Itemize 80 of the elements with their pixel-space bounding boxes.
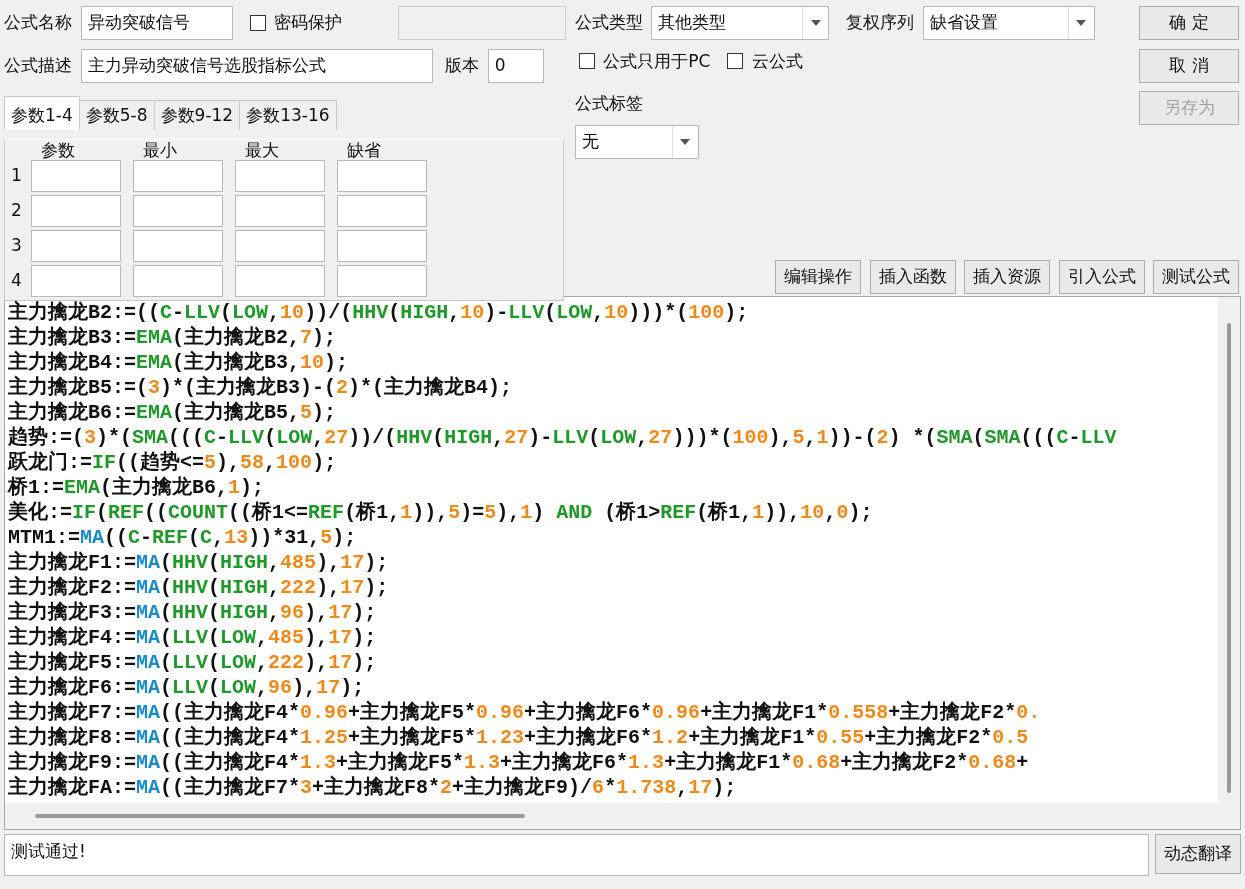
caret-icon [810,20,821,26]
horizontal-scrollbar[interactable] [5,803,1240,829]
param-field[interactable] [31,229,121,262]
description-field[interactable]: 主力异动突破信号选股指标公式 [80,48,433,83]
param-field[interactable] [133,194,223,227]
param-field[interactable] [133,264,223,297]
tab[interactable]: 参数13-16 [239,99,337,130]
param-field[interactable] [235,264,325,297]
button[interactable]: 动态翻译 [1155,834,1241,874]
code-line: 趋势:=(3)*(SMA(((C-LLV(LOW,27))/(HHV(HIGH,27)-LLV(LOW,27)))*(100),5,1))-(2) *(SMA(SMA(((C-LLV [8,425,1118,450]
button[interactable]: 编辑操作 [775,260,861,294]
code-line: 美化:=IF(REF((COUNT((桥1<=REF(桥1,1)),5)=5),1) AND (桥1>REF(桥1,1)),10,0); [8,500,874,525]
tag-dropdown[interactable]: 无 [574,125,699,159]
checkbox-label: 公式只用于PC [603,49,711,73]
button[interactable]: 引入公式 [1058,260,1145,294]
param-field[interactable] [235,159,325,192]
param-field[interactable] [337,229,427,262]
param-field[interactable] [31,159,121,192]
rights-dropdown[interactable]: 缺省设置 [922,6,1095,40]
vertical-scrollbar[interactable] [1218,297,1240,803]
code-line: 主力擒龙F9:=MA((主力擒龙F4*1.3+主力擒龙F5*1.3+主力擒龙F6*1.3+主力擒龙F1*0.68+主力擒龙F2*0.68+ [8,750,1030,775]
field-label: 公式标签 [574,92,643,115]
name-field[interactable]: 异动突破信号 [80,6,233,40]
param-field[interactable] [133,229,223,262]
version-field[interactable]: 0 [487,48,544,83]
code-line: 主力擒龙F1:=MA(HHV(HIGH,485),17); [8,550,390,575]
checkbox[interactable] [249,15,266,31]
code-line: 主力擒龙F5:=MA(LLV(LOW,222),17); [8,650,378,675]
code-line: 主力擒龙F8:=MA((主力擒龙F4*1.25+主力擒龙F5*1.23+主力擒龙F6*1.2+主力擒龙F1*0.55+主力擒龙F2*0.5 [8,725,1030,750]
button[interactable]: 插入资源 [964,260,1050,294]
checkbox[interactable] [727,53,744,70]
column-header: 参数 [40,139,76,160]
code-line: 主力擒龙F4:=MA(LLV(LOW,485),17); [8,625,378,650]
caret-icon [1076,20,1086,26]
row-number: 1 [11,163,23,187]
code-line: 主力擒龙B6:=EMA(主力擒龙B5,5); [8,400,338,425]
code-line: 桥1:=EMA(主力擒龙B6,1); [8,475,266,500]
code-line: 主力擒龙F2:=MA(HHV(HIGH,222),17); [8,575,390,600]
tab[interactable]: 参数1-4 [4,95,80,130]
param-field[interactable] [235,229,325,262]
code-editor[interactable] [4,296,1241,830]
param-field[interactable] [337,194,427,227]
param-field[interactable] [337,159,427,192]
checkbox-label: 云公式 [751,49,803,73]
code-line: 主力擒龙B3:=EMA(主力擒龙B2,7); [8,325,338,350]
code-line: 主力擒龙FA:=MA((主力擒龙F7*3+主力擒龙F8*2+主力擒龙F9)/6*1.738,17); [8,775,738,800]
row-number: 2 [11,198,23,222]
code-line: 主力擒龙B5:=(3)*(主力擒龙B3)-(2)*(主力擒龙B4); [8,375,514,400]
code-line: 主力擒龙F7:=MA((主力擒龙F4*0.96+主力擒龙F5*0.96+主力擒龙F6*0.96+主力擒龙F1*0.558+主力擒龙F2*0. [8,700,1042,725]
caret-icon [680,139,690,145]
column-header: 缺省 [346,139,382,160]
code-line: 主力擒龙B2:=((C-LLV(LOW,10))/(HHV(HIGH,10)-LLV(LOW,10)))*(100); [8,300,750,325]
row-number: 4 [11,268,23,292]
param-field[interactable] [337,264,427,297]
row-number: 3 [11,233,23,257]
button[interactable]: 取 消 [1139,48,1239,83]
field-label: 公式类型 [574,11,643,35]
column-header: 最大 [244,139,280,160]
field-label: 公式名称 [4,11,72,35]
field-label: 公式描述 [4,53,72,77]
param-field[interactable] [31,194,121,227]
code-line: MTM1:=MA((C-REF(C,13))*31,5); [8,525,358,550]
code-line: 主力擒龙F3:=MA(HHV(HIGH,96),17); [8,600,378,625]
checkbox-label: 密码保护 [274,11,342,35]
code-line: 主力擒龙F6:=MA(LLV(LOW,96),17); [8,675,366,700]
param-field[interactable] [31,264,121,297]
button[interactable]: 确 定 [1139,6,1239,40]
code-line: 主力擒龙B4:=EMA(主力擒龙B3,10); [8,350,350,375]
column-header: 最小 [142,139,178,160]
button[interactable]: 测试公式 [1153,260,1239,294]
param-field[interactable] [235,194,325,227]
type-dropdown[interactable]: 其他类型 [651,6,829,40]
button[interactable]: 插入函数 [869,260,956,294]
status-message: 测试通过! [4,834,1149,876]
checkbox[interactable] [578,53,595,70]
password-field[interactable] [398,6,566,40]
field-label: 版本 [445,53,480,77]
field-label: 复权序列 [846,11,914,35]
param-field[interactable] [133,159,223,192]
code-line: 跃龙门:=IF((趋势<=5),58,100); [8,450,338,475]
